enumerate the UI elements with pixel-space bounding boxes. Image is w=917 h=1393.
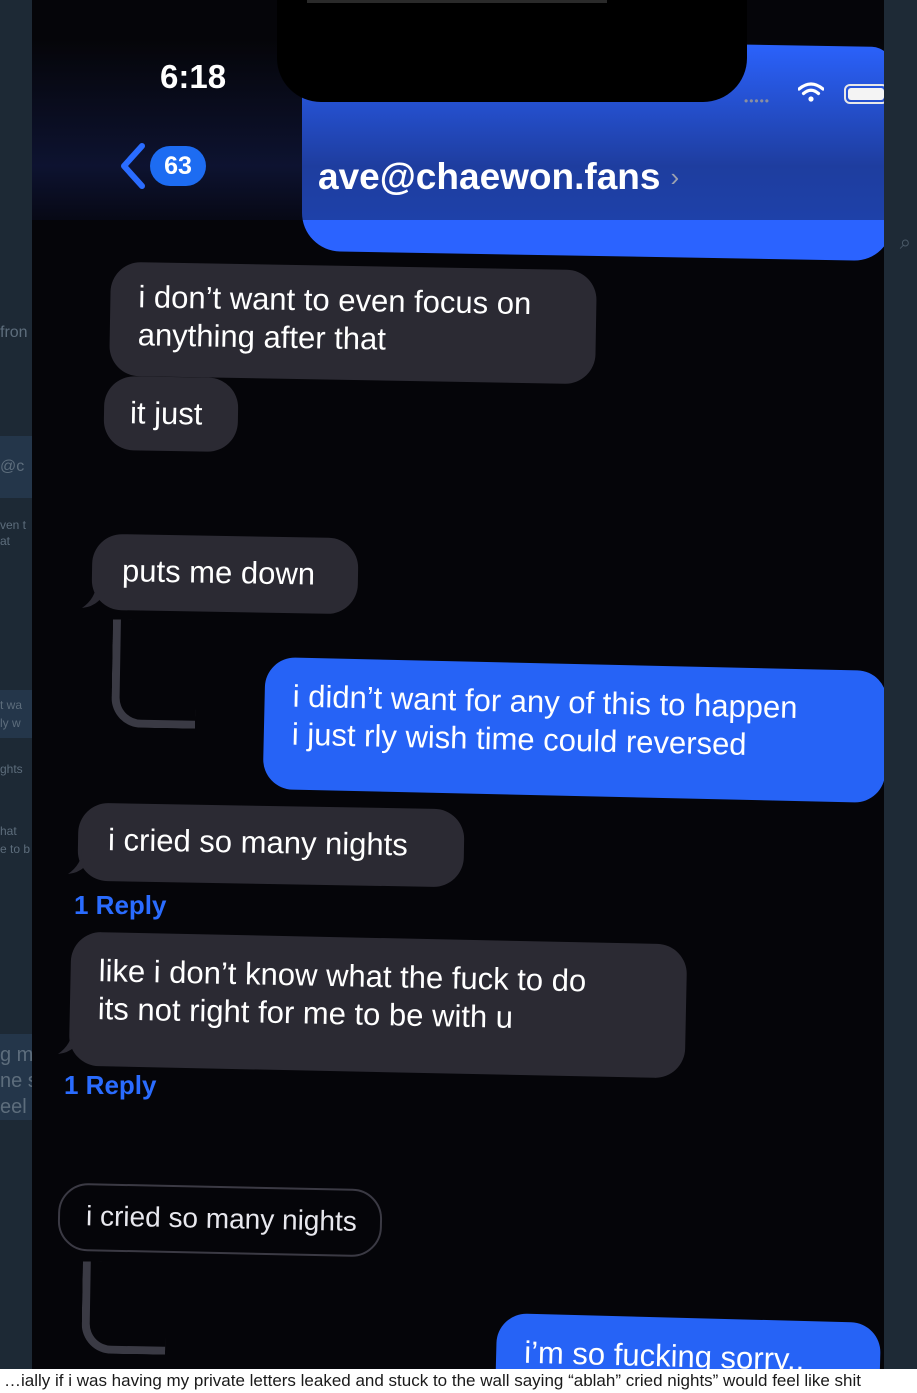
status-time: 6:18	[160, 58, 227, 95]
message-text-line: i cried so many nights	[107, 822, 409, 863]
message-text-line: anything after that	[137, 317, 387, 357]
background-text-fragment: at	[0, 534, 11, 548]
chevron-right-icon: ›	[670, 161, 680, 192]
back-button[interactable]: 63	[118, 142, 206, 190]
contact-name[interactable]: ave@chaewon.fans ›	[318, 156, 679, 198]
reply-thread-line	[81, 1261, 167, 1355]
message-text-line: i cried so many nights	[85, 1200, 358, 1237]
background-text-fragment: t wa	[0, 698, 23, 712]
background-text-fragment: ne s	[0, 1070, 32, 1092]
background-text-fragment: fron	[0, 324, 28, 341]
wifi-icon	[798, 82, 824, 102]
message-bubble-incoming[interactable]: like i don’t know what the fuck to do it…	[68, 931, 688, 1079]
battery-icon	[844, 84, 884, 104]
phone-speaker	[307, 0, 607, 3]
search-icon: ⌕	[899, 232, 911, 254]
bubble-tail	[82, 584, 108, 608]
reply-count-link[interactable]: 1 Reply	[74, 890, 167, 921]
background-text-fragment: ly w	[0, 716, 21, 730]
phone-screen: 6:18 ••••• 63 ave@chaewon.fans › i don’t…	[32, 0, 884, 1393]
bubble-tail	[68, 850, 94, 874]
background-text-fragment: hat	[0, 824, 17, 838]
message-text-line: puts me down	[121, 553, 316, 592]
bubble-tail	[58, 1030, 84, 1054]
message-bubble-outgoing[interactable]: i didn’t want for any of this to happen …	[262, 656, 884, 804]
reply-count-link[interactable]: 1 Reply	[64, 1070, 157, 1101]
message-bubble-incoming[interactable]: it just	[103, 375, 239, 453]
reply-thread-line	[111, 619, 197, 729]
background-text-fragment: eel	[0, 1096, 27, 1118]
background-text-fragment: ghts	[0, 762, 23, 776]
message-text-line: it just	[129, 395, 203, 432]
message-bubble-incoming[interactable]: i cried so many nights	[77, 802, 465, 888]
chevron-left-icon	[121, 143, 145, 189]
background-text-fragment: e to b	[0, 842, 31, 856]
unread-count-badge: 63	[150, 146, 206, 186]
background-text-fragment: ven t	[0, 518, 27, 532]
signal-icon: •••••	[744, 94, 771, 108]
contact-name-label: ave@chaewon.fans	[318, 156, 661, 197]
background-right-edge	[883, 0, 917, 1393]
background-text-fragment: g m	[0, 1044, 32, 1066]
background-text-fragment: @c	[0, 458, 25, 475]
message-bubble-incoming[interactable]: puts me down	[91, 533, 359, 615]
phone-notch	[277, 0, 747, 102]
message-bubble-incoming[interactable]: i don’t want to even focus on anything a…	[109, 261, 597, 385]
background-caption-text: …ially if i was having my private letter…	[0, 1369, 917, 1393]
quoted-message-bubble[interactable]: i cried so many nights	[57, 1182, 383, 1258]
